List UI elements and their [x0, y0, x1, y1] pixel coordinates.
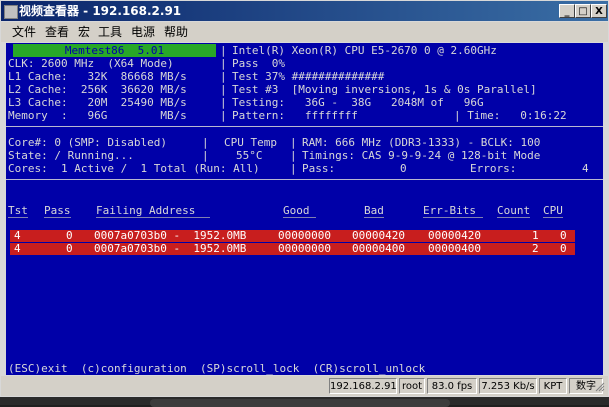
col-cpu: CPU — [543, 204, 563, 217]
clk-line: CLK: 2600 MHz (X64 Mode) — [8, 57, 174, 70]
minimize-button[interactable]: _ — [559, 4, 575, 18]
cpu-model: Intel(R) Xeon(R) CPU E5-2670 0 @ 2.60GHz — [232, 44, 497, 57]
col-rule — [283, 217, 316, 218]
test-progress: Test 37% ############## — [232, 70, 385, 83]
row-count: 1 — [532, 229, 539, 242]
menu-power[interactable]: 电源 — [131, 22, 155, 42]
col-tst: Tst — [8, 204, 28, 217]
menu-view[interactable]: 查看 — [45, 22, 69, 42]
remote-console-screen[interactable]: Memtest86 5.01 CLK: 2600 MHz (X64 Mode) … — [6, 43, 603, 375]
errors-value: 4 — [582, 162, 589, 175]
key-help-text: (ESC)exit (c)configuration (SP)scroll_lo… — [8, 362, 426, 375]
row-err-bits: 00000420 — [428, 229, 481, 242]
row-err-bits: 00000400 — [428, 242, 481, 255]
pass-progress: Pass 0% — [232, 57, 285, 70]
timings-line: Timings: CAS 9-9-9-24 @ 128-bit Mode — [302, 149, 541, 162]
scroll-pill — [150, 399, 450, 407]
col-rule — [497, 217, 530, 218]
core-separator: | | — [202, 136, 209, 162]
key-help-bar: (ESC)exit (c)configuration (SP)scroll_lo… — [6, 362, 603, 375]
maximize-button[interactable]: □ — [575, 4, 591, 18]
status-ip: 192.168.2.91 — [329, 378, 397, 394]
row-count: 2 — [532, 242, 539, 255]
row-bad: 00000400 — [352, 242, 405, 255]
state-line: State: / Running... — [8, 149, 134, 162]
col-rule — [8, 217, 28, 218]
col-rule — [44, 217, 71, 218]
menu-file[interactable]: 文件 — [12, 22, 36, 42]
col-rule — [96, 217, 210, 218]
ram-line: RAM: 666 MHz (DDR3-1333) - BCLK: 100 — [302, 136, 541, 149]
col-address: Failing Address — [96, 204, 196, 217]
col-pass: Pass — [44, 204, 71, 217]
l2-cache-line: L2 Cache: 256K 36620 MB/s — [8, 83, 187, 96]
status-fps: 83.0 fps — [427, 378, 477, 394]
col-rule — [423, 217, 483, 218]
bottom-strip — [0, 397, 609, 407]
close-button[interactable]: X — [591, 4, 607, 18]
col-err-bits: Err-Bits — [423, 204, 476, 217]
col-count: Count — [497, 204, 531, 217]
cpu-temp-value: 55°C — [236, 149, 263, 162]
pass-count-value: 0 — [400, 162, 407, 175]
row-good: 00000000 — [278, 229, 331, 242]
row-pass: 0 — [66, 229, 73, 242]
col-bad: Bad — [364, 204, 384, 217]
col-rule — [543, 217, 563, 218]
l1-cache-line: L1 Cache: 32K 86668 MB/s — [8, 70, 187, 83]
row-cpu: 0 — [560, 229, 567, 242]
status-kbd: KPT — [539, 378, 567, 394]
row-address: 0007a0703b0 - 1952.0MB — [94, 229, 247, 242]
status-bar: 192.168.2.91 root 83.0 fps 7.253 Kb/s KP… — [1, 376, 608, 396]
divider-1 — [6, 126, 603, 127]
pattern-line: Pattern: ffffffff — [232, 109, 358, 122]
row-bad: 00000420 — [352, 229, 405, 242]
row-tst: 4 — [14, 242, 21, 255]
title-bar[interactable]: 视频查看器 - 192.168.2.91 _ □ X — [1, 1, 608, 21]
error-table-header: Tst Pass Failing Address Good Bad Err-Bi… — [6, 204, 603, 218]
table-row: 4 0 0007a0703b0 - 1952.0MB 00000000 0000… — [10, 230, 575, 242]
ram-separator: | | | — [290, 136, 297, 175]
row-pass: 0 — [66, 242, 73, 255]
col-good: Good — [283, 204, 310, 217]
divider-2 — [6, 179, 603, 180]
table-row: 4 0 0007a0703b0 - 1952.0MB 00000000 0000… — [10, 243, 575, 255]
top-separator: | | | | | | — [220, 44, 227, 122]
l3-cache-line: L3 Cache: 20M 25490 MB/s — [8, 96, 187, 109]
testing-range: Testing: 36G - 38G 2048M of 96G — [232, 96, 484, 109]
app-icon — [4, 5, 18, 19]
core-line: Core#: 0 (SMP: Disabled) — [8, 136, 167, 149]
row-good: 00000000 — [278, 242, 331, 255]
cpu-temp-label: CPU Temp — [224, 136, 277, 149]
row-tst: 4 — [14, 229, 21, 242]
cores-line: Cores: 1 Active / 1 Total (Run: All) — [8, 162, 260, 175]
memtest-brand: Memtest86 5.01 — [13, 44, 216, 57]
menu-macro[interactable]: 宏 — [78, 22, 90, 42]
resize-grip-icon[interactable] — [595, 382, 605, 392]
col-rule — [364, 217, 384, 218]
row-address: 0007a0703b0 - 1952.0MB — [94, 242, 247, 255]
pass-count-label: Pass: — [302, 162, 336, 175]
status-rate: 7.253 Kb/s — [479, 378, 537, 394]
menu-tools[interactable]: 工具 — [98, 22, 122, 42]
window-title: 视频查看器 - 192.168.2.91 — [19, 4, 182, 18]
status-user: root — [399, 378, 425, 394]
viewer-window: 视频查看器 - 192.168.2.91 _ □ X 文件 查看 宏 工具 电源… — [0, 0, 609, 407]
test-name: Test #3 [Moving inversions, 1s & 0s Para… — [232, 83, 537, 96]
menu-help[interactable]: 帮助 — [164, 22, 188, 42]
elapsed-time: | Time: 0:16:22 — [454, 109, 567, 122]
memory-line: Memory : 96G MB/s — [8, 109, 187, 122]
row-cpu: 0 — [560, 242, 567, 255]
menu-bar: 文件 查看 宏 工具 电源 帮助 — [1, 22, 608, 42]
errors-label: Errors: — [470, 162, 517, 175]
